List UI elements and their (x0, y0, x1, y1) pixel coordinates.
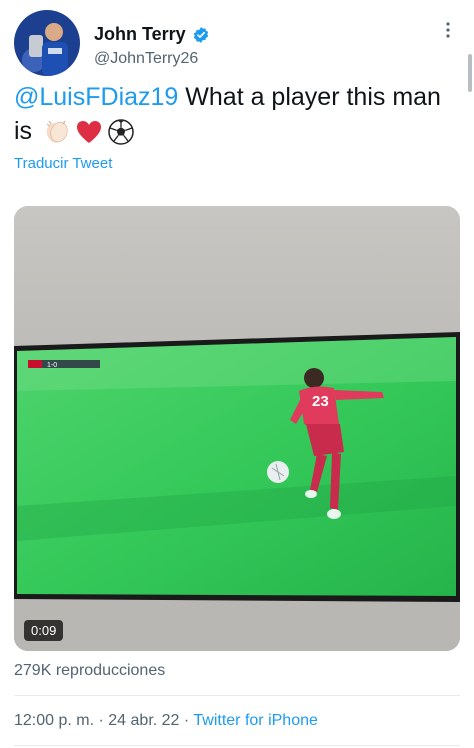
meta-separator: · (98, 712, 104, 729)
clapping-hands-emoji-icon (46, 121, 68, 144)
video-thumbnail: 1-0 23 (14, 206, 460, 651)
tweet-body-line2: is (14, 117, 33, 145)
red-heart-emoji-icon (77, 121, 102, 144)
tweet-text: @LuisFDiaz19 What a player this man is (14, 80, 460, 148)
tweet-header: John Terry @JohnTerry26 (14, 10, 460, 76)
video-duration-badge: 0:09 (24, 620, 64, 641)
author-handle[interactable]: @JohnTerry26 (94, 50, 198, 68)
scrollbar[interactable] (468, 54, 472, 92)
verified-badge-icon (193, 26, 208, 43)
more-options-icon[interactable] (438, 20, 458, 40)
tweet-date[interactable]: 24 abr. 22 (108, 712, 179, 729)
avatar[interactable] (14, 10, 80, 76)
jersey-number: 23 (312, 393, 329, 410)
divider (14, 745, 460, 746)
tweet-source-link[interactable]: Twitter for iPhone (193, 712, 318, 729)
mention-link[interactable]: @LuisFDiaz19 (14, 83, 178, 111)
video-player[interactable]: 1-0 23 0:09 (14, 206, 460, 651)
scoreboard-score: 1-0 (47, 362, 57, 369)
translate-tweet-link[interactable]: Traducir Tweet (14, 155, 112, 172)
tweet-metadata: 12:00 p. m. · 24 abr. 22 · Twitter for i… (14, 712, 318, 730)
meta-separator: · (183, 712, 190, 729)
view-count[interactable]: 279K reproducciones (14, 662, 165, 680)
tweet-body-line1: What a player this man (178, 83, 441, 111)
soccer-ball-emoji-icon (108, 119, 134, 146)
divider (14, 695, 460, 696)
tweet-time[interactable]: 12:00 p. m. (14, 712, 94, 729)
author-name[interactable]: John Terry (94, 24, 186, 45)
